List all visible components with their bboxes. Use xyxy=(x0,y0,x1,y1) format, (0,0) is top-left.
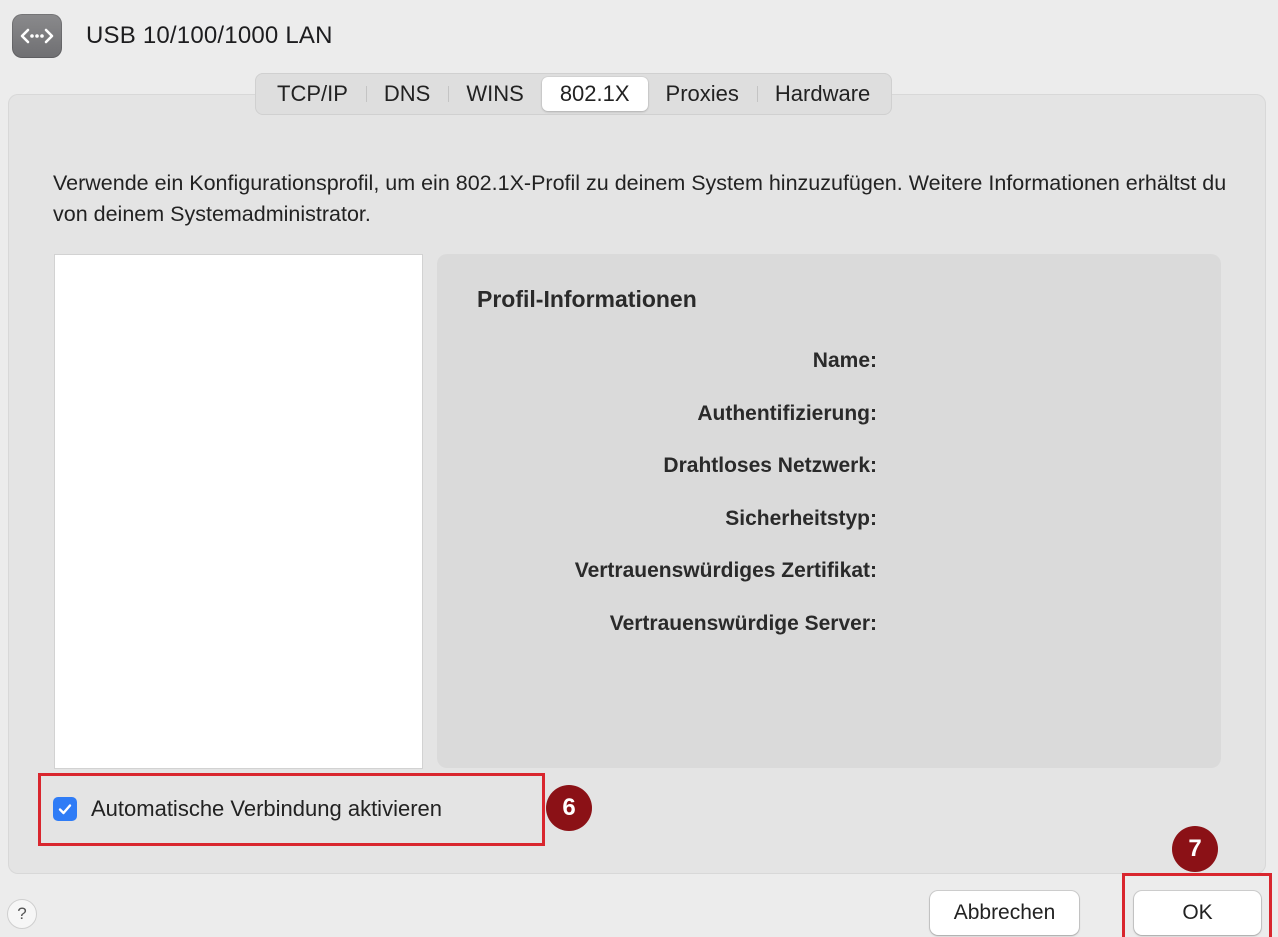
description-text: Verwende ein Konfigurationsprofil, um ei… xyxy=(53,171,1227,226)
network-settings-dialog: USB 10/100/1000 LAN TCP/IP DNS WINS 802.… xyxy=(0,0,1278,937)
highlight-ok-button xyxy=(1122,873,1272,937)
tab-proxies[interactable]: Proxies xyxy=(648,77,757,111)
profile-list[interactable] xyxy=(54,254,423,769)
auto-connect-checkbox[interactable] xyxy=(53,797,77,821)
cancel-button[interactable]: Abbrechen xyxy=(930,891,1079,935)
tab-8021x[interactable]: 802.1X xyxy=(541,77,648,111)
field-label-name: Name: xyxy=(812,349,877,372)
checkmark-icon xyxy=(58,804,72,815)
tab-hardware[interactable]: Hardware xyxy=(756,77,888,111)
field-label-trusted-servers: Vertrauenswürdige Server: xyxy=(609,611,877,635)
tab-tcpip[interactable]: TCP/IP xyxy=(259,77,366,111)
field-label-authentication: Authentifizierung: xyxy=(697,401,877,425)
profile-info-title: Profil-Informationen xyxy=(477,286,697,312)
field-label-security-type: Sicherheitstyp: xyxy=(725,506,877,530)
field-label-trusted-certificate: Vertrauenswürdiges Zertifikat: xyxy=(574,559,877,582)
step-badge-7: 7 xyxy=(1172,826,1218,872)
auto-connect-option[interactable]: Automatische Verbindung aktivieren xyxy=(53,792,442,826)
field-label-wireless-network: Drahtloses Netzwerk: xyxy=(663,454,877,477)
window-title: USB 10/100/1000 LAN xyxy=(86,22,333,49)
tab-dns[interactable]: DNS xyxy=(365,77,448,111)
tab-bar: TCP/IP DNS WINS 802.1X Proxies Hardware xyxy=(255,73,893,115)
auto-connect-label: Automatische Verbindung aktivieren xyxy=(91,796,442,821)
profile-info-fields: Name: Authentifizierung: Drahtloses Netz… xyxy=(437,349,877,664)
dialog-header: USB 10/100/1000 LAN xyxy=(12,10,333,62)
help-button[interactable]: ? xyxy=(7,899,37,929)
profile-info-box: Profil-Informationen Name: Authentifizie… xyxy=(437,254,1221,768)
step-badge-6: 6 xyxy=(546,785,592,831)
tab-wins[interactable]: WINS xyxy=(448,77,541,111)
ethernet-icon xyxy=(12,14,62,58)
